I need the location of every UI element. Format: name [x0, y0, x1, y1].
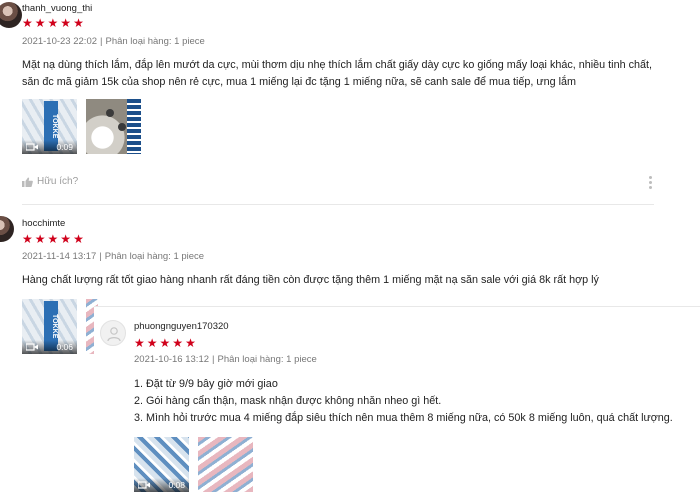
review-meta: 2021-10-23 22:02 | Phân loại hàng: 1 piece — [22, 36, 205, 47]
thumbs-up-icon — [22, 177, 33, 187]
star-icon: ★ — [134, 336, 145, 350]
star-icon: ★ — [22, 232, 33, 246]
rating-stars: ★ ★ ★ ★ ★ — [134, 337, 196, 349]
video-thumbnail[interactable]: 0:08 — [134, 437, 189, 492]
variation-label: Phân loại hàng: 1 piece — [104, 251, 205, 262]
star-icon: ★ — [34, 16, 46, 30]
review-content-line: 2. Gói hàng cẩn thận, mask nhận được khô… — [134, 395, 442, 407]
star-icon: ★ — [146, 336, 158, 350]
divider — [94, 306, 700, 307]
review-date: 2021-11-14 13:17 — [22, 251, 97, 262]
review-item: thanh_vuong_thi ★ ★ ★ ★ ★ 2021-10-23 22:… — [0, 0, 700, 210]
review-date: 2021-10-16 13:12 — [134, 354, 210, 365]
rating-stars: ★ ★ ★ ★ ★ — [22, 233, 84, 245]
star-icon: ★ — [185, 336, 196, 350]
star-icon: ★ — [172, 336, 184, 350]
video-duration: 0:08 — [168, 480, 185, 490]
variation-label: Phân loại hàng: 1 piece — [217, 354, 317, 365]
star-icon: ★ — [159, 336, 171, 350]
review-date: 2021-10-23 22:02 — [22, 36, 98, 47]
star-icon: ★ — [47, 16, 59, 30]
star-icon: ★ — [34, 232, 46, 246]
review-content: Mặt nạ dùng thích lắm, đắp lên mướt da c… — [22, 59, 652, 88]
star-icon: ★ — [60, 232, 72, 246]
review-media: TOKKE 0:09 — [22, 99, 141, 154]
avatar[interactable] — [0, 2, 22, 28]
review-username[interactable]: phuongnguyen170320 — [134, 321, 229, 332]
star-icon: ★ — [60, 16, 72, 30]
review-content: 1. Đặt từ 9/9 bây giờ mới giao 2. Gói hà… — [134, 376, 694, 427]
video-camera-icon — [26, 143, 38, 151]
review-item: phuongnguyen170320 ★ ★ ★ ★ ★ 2021-10-16 … — [94, 306, 700, 500]
review-content-line: 3. Mình hỏi trước mua 4 miếng đắp siêu t… — [134, 412, 673, 424]
star-icon: ★ — [22, 16, 33, 30]
divider — [22, 204, 654, 205]
review-media: 0:08 — [134, 437, 253, 492]
helpful-button[interactable]: Hữu ích? — [22, 176, 78, 187]
image-thumbnail[interactable] — [86, 99, 141, 154]
review-username[interactable]: hocchimte — [22, 218, 65, 229]
review-meta: 2021-10-16 13:12 | Phân loại hàng: 1 piece — [134, 354, 317, 365]
user-icon — [107, 327, 121, 342]
star-icon: ★ — [47, 232, 59, 246]
review-meta: 2021-11-14 13:17 | Phân loại hàng: 1 piece — [22, 251, 205, 262]
variation-label: Phân loại hàng: 1 piece — [105, 36, 205, 47]
video-thumbnail[interactable]: TOKKE 0:06 — [22, 299, 77, 354]
avatar[interactable] — [100, 320, 126, 346]
avatar[interactable] — [0, 216, 14, 242]
review-media: TOKKE 0:06 — [22, 299, 77, 354]
video-duration: 0:06 — [56, 342, 73, 352]
review-content: Hàng chất lượng rất tốt giao hàng nhanh … — [22, 274, 599, 286]
more-vertical-icon[interactable] — [646, 176, 654, 190]
review-username[interactable]: thanh_vuong_thi — [22, 3, 92, 14]
review-content-line: 1. Đặt từ 9/9 bây giờ mới giao — [134, 378, 278, 390]
rating-stars: ★ ★ ★ ★ ★ — [22, 17, 84, 29]
video-camera-icon — [138, 481, 150, 489]
star-icon: ★ — [73, 232, 84, 246]
helpful-label: Hữu ích? — [37, 176, 79, 187]
video-thumbnail[interactable]: TOKKE 0:09 — [22, 99, 77, 154]
star-icon: ★ — [73, 16, 84, 30]
video-duration: 0:09 — [56, 142, 73, 152]
image-thumbnail[interactable] — [198, 437, 253, 492]
video-camera-icon — [26, 343, 38, 351]
